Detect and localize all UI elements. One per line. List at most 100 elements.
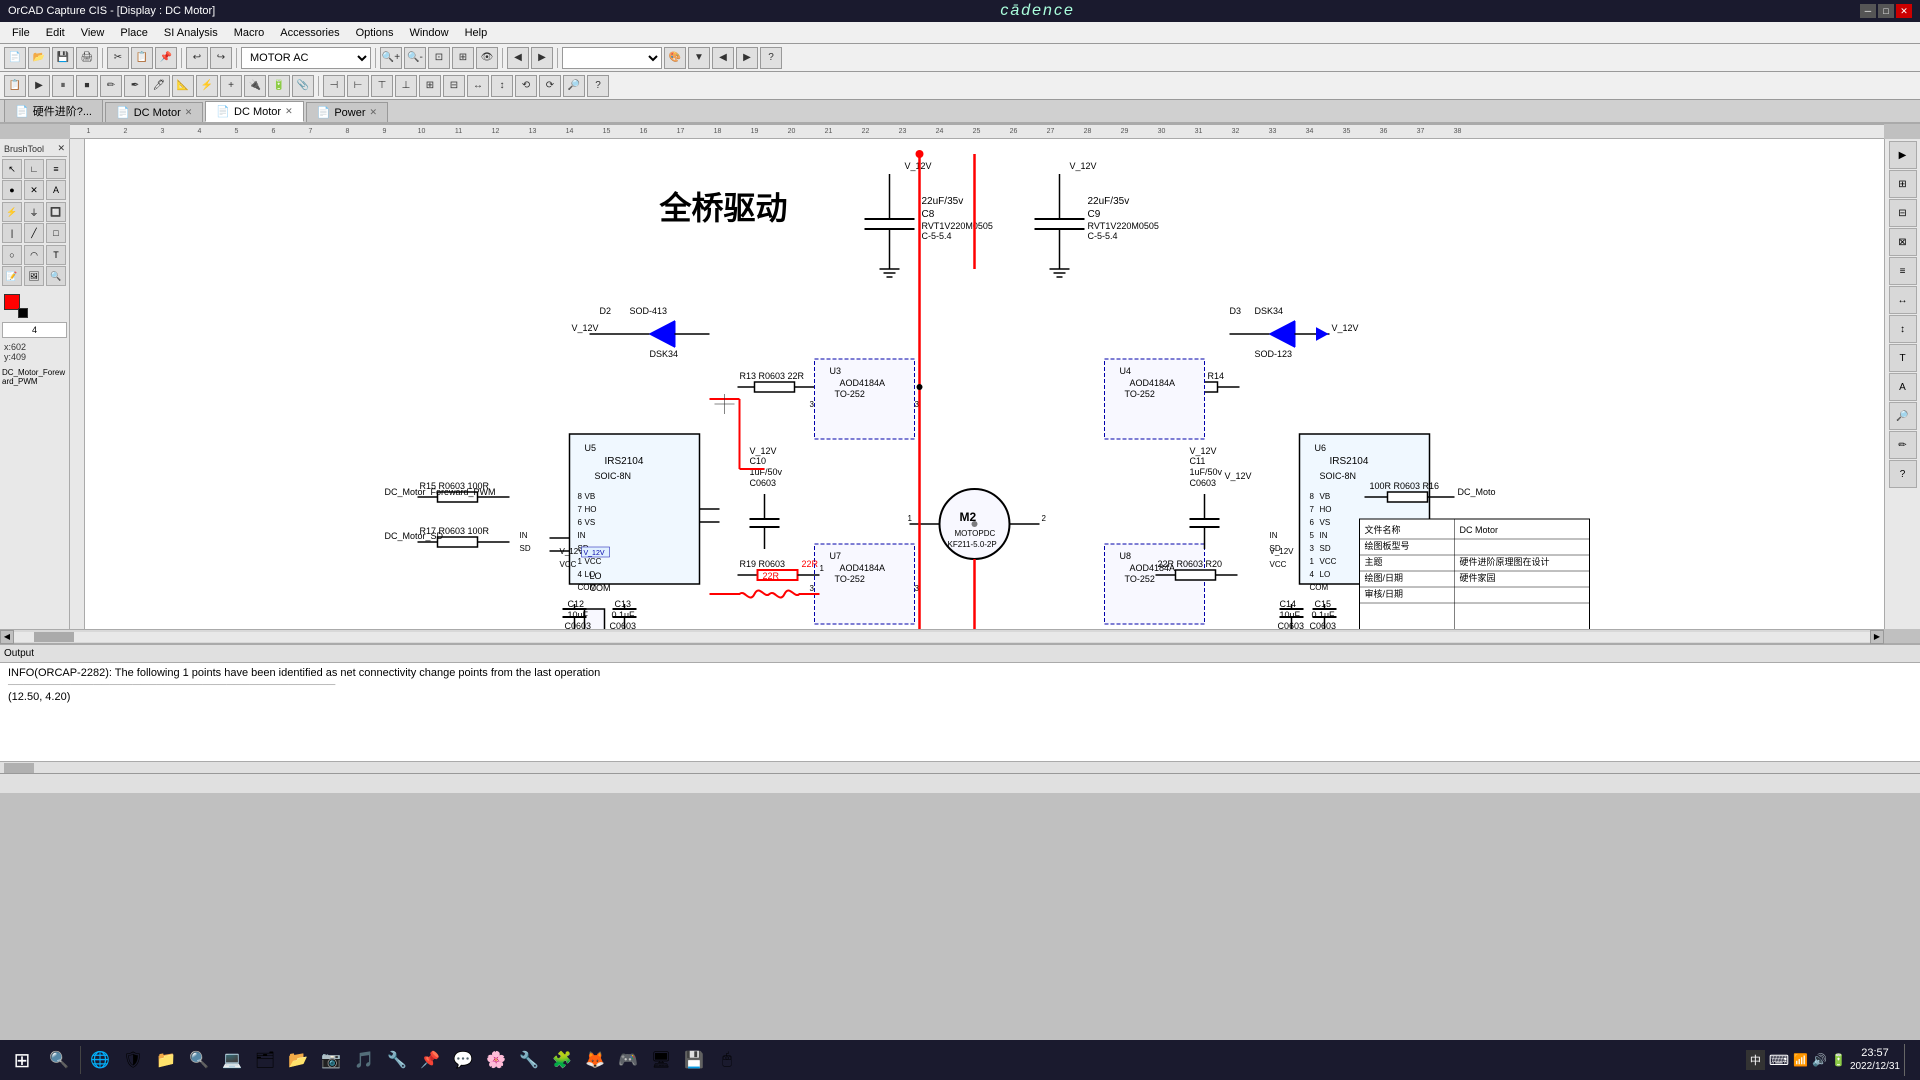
- tool-search[interactable]: 🔍: [46, 266, 66, 286]
- t2-btn10[interactable]: +: [220, 75, 242, 97]
- tab-hardware[interactable]: 📄 硬件进阶?...: [4, 99, 103, 122]
- cut-btn[interactable]: ✂: [107, 47, 129, 69]
- rp-btn-3[interactable]: ⊟: [1889, 199, 1917, 227]
- rp-btn-12[interactable]: ?: [1889, 460, 1917, 488]
- zoom-out-btn[interactable]: 🔍-: [404, 47, 426, 69]
- tool-textbox[interactable]: 📝: [2, 266, 22, 286]
- scroll-thumb[interactable]: [34, 632, 74, 642]
- taskbar-show-desktop[interactable]: [1904, 1044, 1908, 1076]
- tab-power[interactable]: 📄 Power ✕: [306, 102, 388, 122]
- tool-img[interactable]: 🖼: [24, 266, 44, 286]
- t2-btn9[interactable]: ⚡: [196, 75, 218, 97]
- t2-align10[interactable]: ⟳: [539, 75, 561, 97]
- redo-btn[interactable]: ↪: [210, 47, 232, 69]
- t2-align1[interactable]: ⊣: [323, 75, 345, 97]
- taskbar-icon-mouse[interactable]: 🖱: [711, 1044, 743, 1076]
- taskbar-start[interactable]: ⊞: [4, 1042, 40, 1078]
- horizontal-scrollbar[interactable]: ◀ ▶: [0, 629, 1884, 643]
- tab-dc-motor-1-close[interactable]: ✕: [185, 107, 193, 118]
- taskbar-icon-music[interactable]: 🎵: [348, 1044, 380, 1076]
- schematic-canvas-area[interactable]: 全桥驱动 22uF/35v C8 RVT1V220M0505 C-5-5.4 2…: [70, 139, 1884, 629]
- rp-btn-11[interactable]: ✏: [1889, 431, 1917, 459]
- console-scrollbar[interactable]: [0, 761, 1920, 773]
- t2-align6[interactable]: ⊟: [443, 75, 465, 97]
- t2-btn12[interactable]: 🔋: [268, 75, 290, 97]
- t2-align7[interactable]: ↔: [467, 75, 489, 97]
- rp-btn-1[interactable]: ▶: [1889, 141, 1917, 169]
- taskbar-icon-tool2[interactable]: 🔧: [513, 1044, 545, 1076]
- t2-btn4[interactable]: ⏹: [76, 75, 98, 97]
- t2-align8[interactable]: ↕: [491, 75, 513, 97]
- tool-bus[interactable]: ≡: [46, 159, 66, 179]
- tool-line[interactable]: ╱: [24, 223, 44, 243]
- help-btn[interactable]: ?: [760, 47, 782, 69]
- menu-macro[interactable]: Macro: [226, 25, 273, 41]
- tab-dc-motor-1[interactable]: 📄 DC Motor ✕: [105, 102, 203, 122]
- scroll-track[interactable]: [14, 632, 1870, 642]
- menu-si-analysis[interactable]: SI Analysis: [156, 25, 226, 41]
- t2-btn1[interactable]: 📋: [4, 75, 26, 97]
- copy-btn[interactable]: 📋: [131, 47, 153, 69]
- taskbar-icon-computer[interactable]: 💻: [216, 1044, 248, 1076]
- taskbar-icon-folder[interactable]: 📁: [150, 1044, 182, 1076]
- close-button[interactable]: ✕: [1896, 4, 1912, 18]
- taskbar-icon-browser[interactable]: 🌐: [84, 1044, 116, 1076]
- tool-text[interactable]: T: [46, 245, 66, 265]
- t2-btn2[interactable]: ▶: [28, 75, 50, 97]
- tool-junction[interactable]: ●: [2, 180, 22, 200]
- tab-dc-motor-2[interactable]: 📄 DC Motor ✕: [205, 101, 303, 122]
- t2-btn6[interactable]: ✒: [124, 75, 146, 97]
- menu-edit[interactable]: Edit: [38, 25, 73, 41]
- zoom-fit-btn[interactable]: ⊡: [428, 47, 450, 69]
- t2-btn5[interactable]: ✏: [100, 75, 122, 97]
- brush-tool-close[interactable]: ✕: [57, 143, 65, 154]
- rp-btn-2[interactable]: ⊞: [1889, 170, 1917, 198]
- t2-btn14[interactable]: 🔎: [563, 75, 585, 97]
- t2-align3[interactable]: ⊤: [371, 75, 393, 97]
- paste-btn[interactable]: 📌: [155, 47, 177, 69]
- menu-help[interactable]: Help: [457, 25, 496, 41]
- rp-btn-9[interactable]: A: [1889, 373, 1917, 401]
- taskbar-icon-game[interactable]: 🎮: [612, 1044, 644, 1076]
- tool-power[interactable]: ⚡: [2, 202, 22, 222]
- tool-arc[interactable]: ◠: [24, 245, 44, 265]
- minimize-button[interactable]: ─: [1860, 4, 1876, 18]
- t2-btn8[interactable]: 📐: [172, 75, 194, 97]
- color-box-black[interactable]: [18, 308, 28, 318]
- tab-dc-motor-2-close[interactable]: ✕: [285, 106, 293, 117]
- t2-btn3[interactable]: ⏸: [52, 75, 74, 97]
- next-btn[interactable]: ▶: [531, 47, 553, 69]
- t2-btn11[interactable]: 🔌: [244, 75, 266, 97]
- layer-btn[interactable]: 🎨: [664, 47, 686, 69]
- taskbar-lang[interactable]: 中: [1746, 1050, 1765, 1070]
- t2-align9[interactable]: ⟲: [515, 75, 537, 97]
- t2-align2[interactable]: ⊢: [347, 75, 369, 97]
- nav-next[interactable]: ▶: [736, 47, 758, 69]
- zoom-dropdown[interactable]: MOTOR AC DC Motor Power: [241, 47, 371, 69]
- menu-window[interactable]: Window: [401, 25, 456, 41]
- scroll-right-arrow[interactable]: ▶: [1870, 630, 1884, 644]
- tool-no-connect[interactable]: ✕: [24, 180, 44, 200]
- tool-net-alias[interactable]: A: [46, 180, 66, 200]
- print-btn[interactable]: 🖨: [76, 47, 98, 69]
- scroll-left-arrow[interactable]: ◀: [0, 630, 14, 644]
- nav-prev[interactable]: ◀: [712, 47, 734, 69]
- zoom-area-btn[interactable]: ⊞: [452, 47, 474, 69]
- taskbar-icon-tool[interactable]: 🔧: [381, 1044, 413, 1076]
- taskbar-icon-puzzle[interactable]: 🧩: [546, 1044, 578, 1076]
- tool-rect[interactable]: □: [46, 223, 66, 243]
- taskbar-icon-monitor[interactable]: 🖥: [645, 1044, 677, 1076]
- t2-align4[interactable]: ⊥: [395, 75, 417, 97]
- prev-btn[interactable]: ◀: [507, 47, 529, 69]
- taskbar-icon-camera[interactable]: 📷: [315, 1044, 347, 1076]
- zoom-in-btn[interactable]: 🔍+: [380, 47, 402, 69]
- t2-align5[interactable]: ⊞: [419, 75, 441, 97]
- taskbar-icon-files[interactable]: 🗂: [249, 1044, 281, 1076]
- layer-dropdown[interactable]: [562, 47, 662, 69]
- open-btn[interactable]: 📂: [28, 47, 50, 69]
- console-scroll-thumb[interactable]: [4, 763, 34, 773]
- rp-btn-8[interactable]: T: [1889, 344, 1917, 372]
- taskbar-icon-shield[interactable]: 🛡: [117, 1044, 149, 1076]
- layer-arrow[interactable]: ▼: [688, 47, 710, 69]
- taskbar-icon-fox[interactable]: 🦊: [579, 1044, 611, 1076]
